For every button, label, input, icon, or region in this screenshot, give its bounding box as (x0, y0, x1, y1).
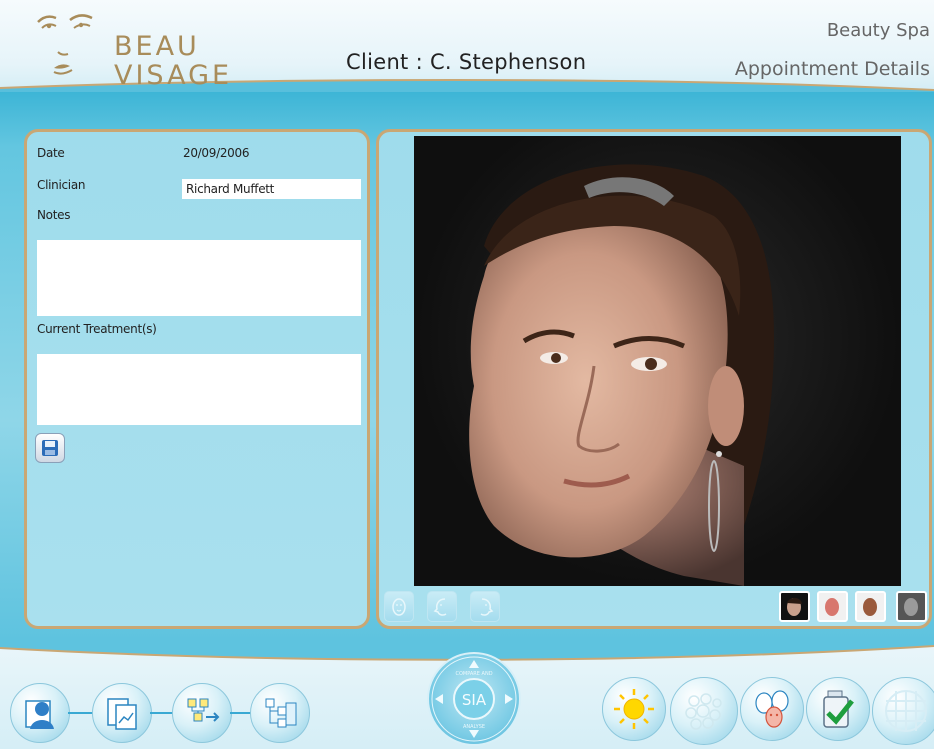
thumbnail-brown-map-image (863, 598, 877, 616)
appointments-button[interactable] (92, 683, 152, 743)
thumbnail-standard[interactable] (779, 591, 810, 622)
face-logo-icon (37, 14, 93, 75)
client-title: Client : C. Stephenson (346, 50, 586, 74)
thumbnail-uv-image (904, 598, 918, 616)
beau-visage-logo: BEAU VISAGE (34, 10, 254, 90)
clinician-label: Clinician (37, 178, 86, 192)
current-treatments-field[interactable] (37, 354, 361, 425)
thumbnail-brown-map[interactable] (855, 591, 886, 622)
sia-ring-top-label: COMPARE AND (455, 671, 492, 677)
notes-field[interactable] (37, 240, 361, 316)
floppy-disk-icon (42, 440, 58, 456)
save-button[interactable] (35, 433, 65, 463)
client-records-button[interactable] (10, 683, 70, 743)
thumbnail-uv[interactable] (896, 591, 927, 622)
hierarchy-button[interactable] (250, 683, 310, 743)
workflow-connector-2 (150, 712, 174, 714)
logo-line-1: BEAU (114, 31, 200, 62)
face-left-view-button[interactable] (427, 591, 457, 622)
face-left-icon (433, 597, 447, 616)
sia-ring-bottom-label: ANALYSE (463, 724, 485, 730)
client-photo-image (469, 164, 774, 586)
thumbnail-red-map[interactable] (817, 591, 848, 622)
thumbnail-red-map-image (825, 598, 839, 616)
clients-icon (25, 700, 54, 729)
clinician-field[interactable] (182, 179, 361, 199)
notes-label: Notes (37, 208, 71, 222)
pores-analysis-button[interactable] (670, 677, 738, 745)
grid-icon (885, 690, 927, 732)
client-name: C. Stephenson (429, 50, 587, 74)
date-label: Date (37, 146, 65, 160)
checklist-icon (823, 690, 854, 728)
face-right-icon (480, 597, 494, 616)
thumbnail-standard-image (787, 597, 802, 616)
section-title: Beauty Spa (826, 20, 930, 41)
face-front-icon (392, 597, 406, 616)
flowchart-icon (187, 698, 220, 722)
sia-navigation-dial[interactable]: SIA COMPARE AND ANALYSE (427, 652, 521, 746)
sia-label: SIA (462, 691, 487, 709)
page-title: Appointment Details (734, 58, 930, 80)
workflow-connector-1 (68, 712, 94, 714)
uv-analysis-button[interactable] (602, 677, 666, 741)
client-photo (414, 136, 901, 586)
hierarchy-icon (265, 698, 297, 728)
pores-icon (685, 693, 722, 730)
product-checklist-button[interactable] (806, 677, 870, 741)
document-chart-icon (107, 698, 137, 730)
workflow-connector-3 (230, 712, 252, 714)
current-treatments-label: Current Treatment(s) (37, 322, 157, 336)
face-right-view-button[interactable] (470, 591, 500, 622)
workflow-button[interactable] (172, 683, 232, 743)
logo-line-2: VISAGE (114, 60, 233, 91)
app-header: BEAU VISAGE Client : C. Stephenson Beaut… (0, 0, 934, 92)
face-front-view-button[interactable] (384, 591, 414, 622)
grid-view-button[interactable] (872, 677, 934, 745)
sia-dial-graphic: SIA COMPARE AND ANALYSE (431, 656, 517, 742)
faces-comparison-button[interactable] (740, 677, 804, 741)
faces-icon (755, 690, 789, 728)
date-value: 20/09/2006 (183, 146, 250, 160)
sun-icon (614, 689, 654, 729)
client-label: Client : (346, 50, 423, 74)
